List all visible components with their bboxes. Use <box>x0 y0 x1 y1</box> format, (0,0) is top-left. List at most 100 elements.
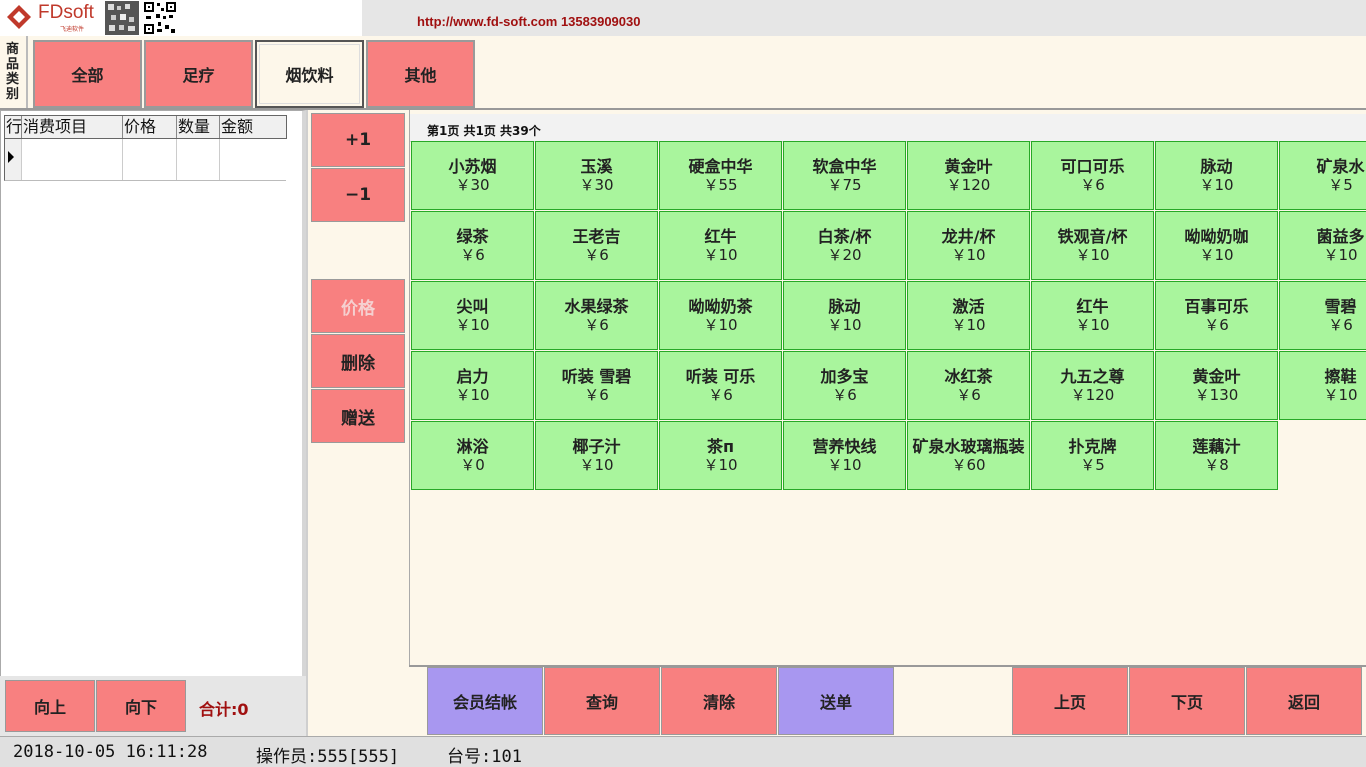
prev-page-button[interactable]: 上页 <box>1012 667 1128 735</box>
product-tile[interactable]: 尖叫 ￥10 <box>411 281 534 350</box>
category-label: 商品类别 <box>0 36 28 110</box>
product-tile[interactable]: 扑克牌 ￥5 <box>1031 421 1154 490</box>
product-price: ￥10 <box>827 455 862 474</box>
product-price: ￥10 <box>827 315 862 334</box>
product-name: 铁观音/杯 <box>1057 226 1128 246</box>
product-tile[interactable]: 加多宝 ￥6 <box>783 351 906 420</box>
product-tile[interactable]: 铁观音/杯 ￥10 <box>1031 211 1154 280</box>
product-tile[interactable]: 玉溪 ￥30 <box>535 141 658 210</box>
category-other-button[interactable]: 其他 <box>366 40 475 108</box>
pos-window: FDsoft 飞迪软件 http://www.fd-soft.com 13583… <box>0 0 1366 767</box>
product-tile[interactable]: 绿茶 ￥6 <box>411 211 534 280</box>
product-price: ￥60 <box>951 455 986 474</box>
cell-item[interactable] <box>22 139 123 180</box>
product-tile[interactable]: 小苏烟 ￥30 <box>411 141 534 210</box>
order-grid[interactable]: 行 消费项目 价格 数量 金额 <box>0 110 306 680</box>
product-name: 硬盒中华 <box>688 156 753 176</box>
decrement-button[interactable]: −1 <box>311 168 405 222</box>
delete-button[interactable]: 删除 <box>311 334 405 388</box>
increment-button[interactable]: +1 <box>311 113 405 167</box>
product-price: ￥6 <box>1080 175 1105 194</box>
price-button[interactable]: 价格 <box>311 279 405 333</box>
product-name: 椰子汁 <box>572 436 621 456</box>
back-button[interactable]: 返回 <box>1246 667 1362 735</box>
product-tile[interactable]: 听装 可乐 ￥6 <box>659 351 782 420</box>
product-price: ￥10 <box>703 455 738 474</box>
product-tile[interactable]: 椰子汁 ￥10 <box>535 421 658 490</box>
product-tile[interactable]: 百事可乐 ￥6 <box>1155 281 1278 350</box>
cell-amount[interactable] <box>220 139 286 180</box>
category-foot-therapy-button[interactable]: 足疗 <box>144 40 253 108</box>
product-tile[interactable]: 呦呦奶咖 ￥10 <box>1155 211 1278 280</box>
product-tile[interactable]: 淋浴 ￥0 <box>411 421 534 490</box>
product-tile[interactable]: 脉动 ￥10 <box>783 281 906 350</box>
product-tile[interactable]: 擦鞋 ￥10 <box>1279 351 1366 420</box>
product-tile[interactable]: 听装 雪碧 ￥6 <box>535 351 658 420</box>
product-price: ￥30 <box>579 175 614 194</box>
column-header-quantity[interactable]: 数量 <box>177 116 220 138</box>
product-tile[interactable]: 九五之尊 ￥120 <box>1031 351 1154 420</box>
product-tile[interactable]: 激活 ￥10 <box>907 281 1030 350</box>
product-price: ￥10 <box>703 315 738 334</box>
category-all-button[interactable]: 全部 <box>33 40 142 108</box>
product-price: ￥0 <box>460 455 485 474</box>
column-header-price[interactable]: 价格 <box>123 116 177 138</box>
row-selector[interactable] <box>5 139 22 180</box>
cell-price[interactable] <box>123 139 177 180</box>
product-tile[interactable]: 龙井/杯 ￥10 <box>907 211 1030 280</box>
product-tile[interactable]: 红牛 ￥10 <box>1031 281 1154 350</box>
gift-button[interactable]: 赠送 <box>311 389 405 443</box>
member-checkout-button[interactable]: 会员结帐 <box>427 667 543 735</box>
product-name: 激活 <box>952 296 985 316</box>
product-tile[interactable]: 雪碧 ￥6 <box>1279 281 1366 350</box>
column-header-item[interactable]: 消费项目 <box>22 116 123 138</box>
product-name: 脉动 <box>1200 156 1233 176</box>
product-name: 黄金叶 <box>944 156 993 176</box>
next-page-button[interactable]: 下页 <box>1129 667 1245 735</box>
product-price: ￥30 <box>455 175 490 194</box>
product-tile[interactable]: 黄金叶 ￥120 <box>907 141 1030 210</box>
query-button[interactable]: 查询 <box>544 667 660 735</box>
product-tile[interactable]: 呦呦奶茶 ￥10 <box>659 281 782 350</box>
product-name: 软盒中华 <box>812 156 877 176</box>
product-price: ￥10 <box>1075 245 1110 264</box>
product-tile[interactable]: 矿泉水玻璃瓶装 ￥60 <box>907 421 1030 490</box>
category-tobacco-drinks-button[interactable]: 烟饮料 <box>255 40 364 108</box>
product-tile[interactable]: 启力 ￥10 <box>411 351 534 420</box>
product-tile[interactable]: 菌益多 ￥10 <box>1279 211 1366 280</box>
product-name: 冰红茶 <box>944 366 993 386</box>
product-tile[interactable]: 黄金叶 ￥130 <box>1155 351 1278 420</box>
product-name: 王老吉 <box>572 226 621 246</box>
product-price: ￥10 <box>455 315 490 334</box>
scroll-up-button[interactable]: 向上 <box>5 680 95 732</box>
product-tile[interactable]: 莲藕汁 ￥8 <box>1155 421 1278 490</box>
scroll-down-button[interactable]: 向下 <box>96 680 186 732</box>
product-price: ￥130 <box>1194 385 1239 404</box>
product-name: 听装 可乐 <box>685 366 756 386</box>
column-header-amount[interactable]: 金额 <box>220 116 286 138</box>
product-tile[interactable]: 矿泉水 ￥5 <box>1279 141 1366 210</box>
product-tile[interactable]: 水果绿茶 ￥6 <box>535 281 658 350</box>
product-tile[interactable]: 硬盒中华 ￥55 <box>659 141 782 210</box>
column-header-row[interactable]: 行 <box>5 116 22 138</box>
product-tile[interactable]: 可口可乐 ￥6 <box>1031 141 1154 210</box>
cell-quantity[interactable] <box>177 139 220 180</box>
product-tile[interactable]: 红牛 ￥10 <box>659 211 782 280</box>
send-order-button[interactable]: 送单 <box>778 667 894 735</box>
product-tile[interactable]: 王老吉 ￥6 <box>535 211 658 280</box>
product-tile[interactable]: 茶п ￥10 <box>659 421 782 490</box>
product-tile[interactable]: 冰红茶 ￥6 <box>907 351 1030 420</box>
product-tile[interactable]: 白茶/杯 ￥20 <box>783 211 906 280</box>
product-panel: 第1页 共1页 共39个 小苏烟 ￥30 玉溪 ￥30 硬盒中华 ￥55 软盒中华 ￥75 黄金… <box>409 110 1366 666</box>
clear-button[interactable]: 清除 <box>661 667 777 735</box>
product-price: ￥10 <box>579 455 614 474</box>
product-price: ￥10 <box>1199 175 1234 194</box>
product-price: ￥6 <box>584 315 609 334</box>
product-name: 启力 <box>456 366 489 386</box>
status-bar: 2018-10-05 16:11:28 操作员:555[555] 台号:101 <box>0 736 1366 767</box>
table-row[interactable] <box>4 139 286 181</box>
product-price: ￥6 <box>584 385 609 404</box>
product-tile[interactable]: 脉动 ￥10 <box>1155 141 1278 210</box>
product-tile[interactable]: 软盒中华 ￥75 <box>783 141 906 210</box>
product-tile[interactable]: 营养快线 ￥10 <box>783 421 906 490</box>
